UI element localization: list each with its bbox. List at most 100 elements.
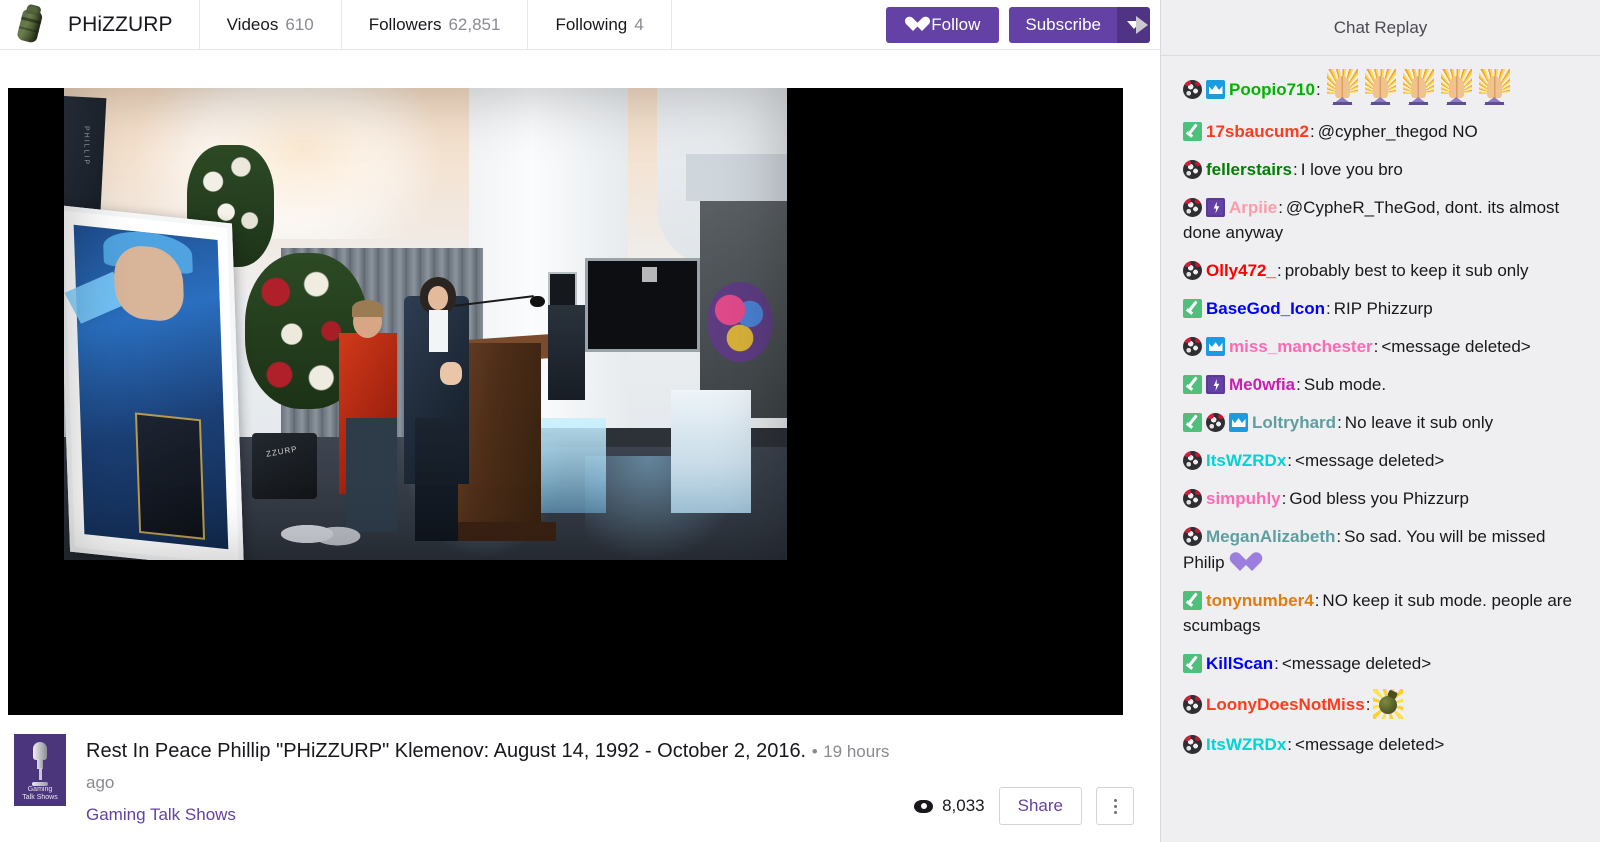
badge-mod-icon <box>1183 80 1202 99</box>
badge-mod-icon <box>1183 159 1202 179</box>
chat-message[interactable]: miss_manchester: <message deleted> <box>1183 334 1586 360</box>
chat-username[interactable]: tonynumber4 <box>1206 591 1314 610</box>
follow-button[interactable]: Follow <box>886 6 1000 43</box>
grenade-emote <box>1373 689 1404 719</box>
chat-replay-panel: Chat Replay Poopio710: 17sbaucum2: @cypher… <box>1160 0 1600 842</box>
chat-username[interactable]: KillScan <box>1206 654 1273 673</box>
chat-colon: : <box>1336 527 1342 546</box>
avatar-label-line1: Gaming <box>27 786 53 793</box>
badge-prime-icon <box>1229 413 1248 432</box>
avatar-label-line2: Talk Shows <box>22 794 58 801</box>
tab-following-count: 4 <box>634 14 644 34</box>
chat-message[interactable]: tonynumber4: NO keep it sub mode. people … <box>1183 588 1586 639</box>
badge-turbo-icon <box>1206 375 1225 394</box>
heart-icon <box>905 17 922 33</box>
chat-colon: : <box>1287 451 1293 470</box>
chat-message-text: probably best to keep it sub only <box>1284 261 1529 280</box>
chat-colon: : <box>1293 159 1298 179</box>
chat-message[interactable]: ItsWZRDx: <message deleted> <box>1183 448 1586 474</box>
chat-message[interactable]: KillScan: <message deleted> <box>1183 651 1586 677</box>
chat-message[interactable]: LoonyDoesNotMiss: <box>1183 689 1586 719</box>
view-count: 8,033 <box>914 796 985 816</box>
chat-message[interactable]: BaseGod_Icon: RIP Phizzurp <box>1183 296 1586 322</box>
chat-username[interactable]: miss_manchester <box>1229 337 1373 356</box>
chat-username[interactable]: 17sbaucum2 <box>1206 122 1309 141</box>
badge-mod-icon <box>1183 527 1202 546</box>
tab-following-label: Following <box>555 14 628 34</box>
chat-colon: : <box>1287 734 1293 754</box>
chat-username[interactable]: Loltryhard <box>1252 413 1336 432</box>
tab-followers-label: Followers <box>368 14 442 34</box>
header-actions: Follow Subscribe <box>886 0 1160 49</box>
chat-message[interactable]: simpuhly: God bless you Phizzurp <box>1183 486 1586 512</box>
share-button[interactable]: Share <box>998 787 1082 825</box>
tab-followers-count: 62,851 <box>448 14 501 34</box>
video-game-link[interactable]: Gaming Talk Shows <box>86 805 236 825</box>
chat-message[interactable]: Me0wfia: Sub mode. <box>1183 372 1586 398</box>
chat-message-text: <message deleted> <box>1295 451 1445 470</box>
praying-hands-emote <box>1400 69 1437 106</box>
chat-message-text: I love you bro <box>1300 159 1403 179</box>
chat-username[interactable]: Poopio710 <box>1229 80 1315 99</box>
badge-mod-icon <box>1183 261 1202 280</box>
badge-mod-icon <box>1183 695 1202 714</box>
chat-username[interactable]: BaseGod_Icon <box>1206 299 1325 318</box>
chat-username[interactable]: Me0wfia <box>1229 375 1295 394</box>
subscribe-group: Subscribe <box>1009 6 1150 43</box>
chat-username[interactable]: ItsWZRDx <box>1206 451 1286 470</box>
badge-sub-icon <box>1183 413 1202 432</box>
tab-followers[interactable]: Followers 62,851 <box>340 0 528 49</box>
chat-message[interactable]: fellerstairs: I love you bro <box>1183 157 1586 183</box>
chat-username[interactable]: simpuhly <box>1206 489 1281 508</box>
video-player[interactable]: PHILLIP ZZURP <box>8 88 1123 715</box>
badge-turbo-icon <box>1206 197 1225 217</box>
chat-message[interactable]: Poopio710: <box>1183 69 1586 106</box>
channel-logo[interactable] <box>0 0 62 49</box>
video-title-row: Rest In Peace Phillip "PHiZZURP" Klemeno… <box>86 736 896 798</box>
badge-sub-icon <box>1183 590 1202 610</box>
chat-message[interactable]: MeganAlizabeth: So sad. You will be misse… <box>1183 524 1586 575</box>
chat-message-text: <message deleted> <box>1281 654 1432 673</box>
tab-videos-count: 610 <box>285 14 314 34</box>
chat-colon: : <box>1274 654 1279 673</box>
video-frame: PHILLIP ZZURP <box>64 88 787 560</box>
tab-following[interactable]: Following 4 <box>527 0 670 49</box>
chat-colon: : <box>1281 489 1287 508</box>
badge-mod-icon <box>1206 413 1225 432</box>
chat-message[interactable]: Arpiie: @CypheR_TheGod, dont. its almost … <box>1183 195 1586 246</box>
chat-colon: : <box>1276 261 1282 280</box>
chat-username[interactable]: Olly472_ <box>1206 261 1276 280</box>
praying-hands-emote <box>1476 69 1513 106</box>
chat-title: Chat Replay <box>1161 0 1600 56</box>
chat-message-text: <message deleted> <box>1381 337 1531 356</box>
chat-colon: : <box>1314 590 1320 610</box>
chat-username[interactable]: fellerstairs <box>1206 160 1292 179</box>
channel-avatar[interactable]: Gaming Talk Shows <box>14 734 66 806</box>
kebab-menu-icon[interactable] <box>1096 787 1134 825</box>
chat-colon: : <box>1310 121 1315 141</box>
chat-username[interactable]: Arpiie <box>1229 198 1277 217</box>
chat-message-list[interactable]: Poopio710: 17sbaucum2: @cypher_thegod NO f… <box>1161 56 1600 842</box>
main-column: PHiZZURP Videos 610 Followers 62,851 Fol… <box>0 0 1160 842</box>
video-actions: 8,033 Share <box>914 734 1146 842</box>
tab-videos[interactable]: Videos 610 <box>198 0 341 49</box>
chat-message[interactable]: 17sbaucum2: @cypher_thegod NO <box>1183 119 1586 145</box>
badge-sub-icon <box>1183 121 1202 141</box>
purple-heart-emote <box>1229 552 1252 573</box>
chat-username[interactable]: ItsWZRDx <box>1206 735 1286 754</box>
chat-message-text: No leave it sub only <box>1344 413 1494 432</box>
chat-username[interactable]: MeganAlizabeth <box>1206 527 1335 546</box>
chat-message[interactable]: Olly472_: probably best to keep it sub on… <box>1183 258 1586 284</box>
chat-message[interactable]: ItsWZRDx: <message deleted> <box>1183 732 1586 758</box>
video-title[interactable]: Rest In Peace Phillip "PHiZZURP" Klemeno… <box>86 740 806 762</box>
chevron-right-icon[interactable] <box>1136 15 1148 34</box>
chat-colon: : <box>1373 337 1379 356</box>
header-spacer <box>670 0 887 49</box>
chat-username[interactable]: LoonyDoesNotMiss <box>1206 695 1365 714</box>
badge-sub-icon <box>1183 654 1202 673</box>
channel-header: PHiZZURP Videos 610 Followers 62,851 Fol… <box>0 0 1160 50</box>
subscribe-button[interactable]: Subscribe <box>1009 6 1117 43</box>
chat-message[interactable]: Loltryhard: No leave it sub only <box>1183 410 1586 436</box>
praying-hands-emote <box>1362 69 1399 106</box>
chat-colon: : <box>1326 299 1331 318</box>
